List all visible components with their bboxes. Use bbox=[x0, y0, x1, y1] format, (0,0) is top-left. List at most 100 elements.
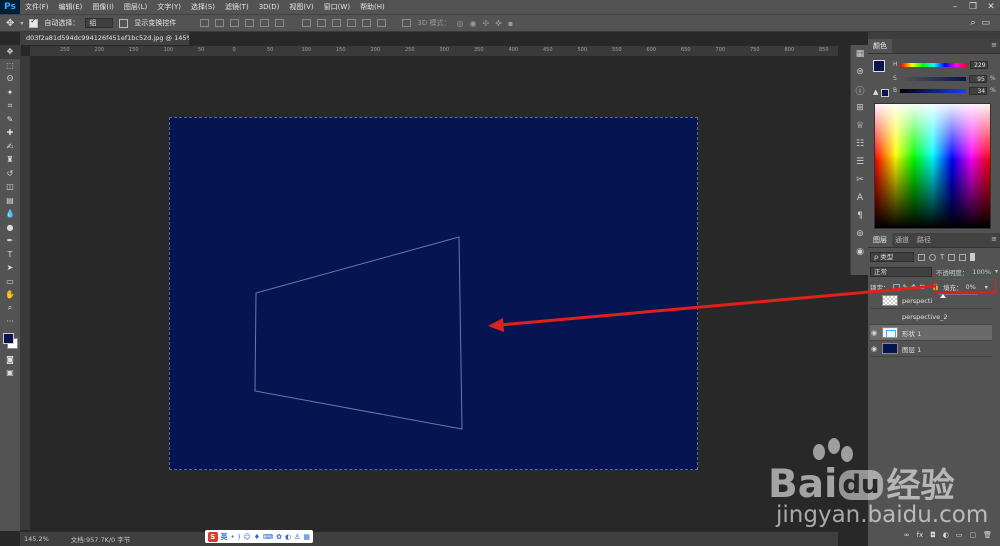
ime-language-toggle[interactable]: 英 bbox=[221, 532, 228, 542]
ime-emoji-icon[interactable]: ☺ bbox=[243, 533, 250, 541]
timeline-panel-icon[interactable]: ◉ bbox=[851, 243, 869, 261]
styles-panel-icon[interactable]: ♕ bbox=[851, 117, 869, 135]
saturation-slider[interactable] bbox=[899, 76, 966, 81]
layer-row-selected[interactable]: ◉ 形状 1 bbox=[870, 325, 992, 341]
tab-paths[interactable]: 路径 bbox=[912, 233, 936, 247]
distribute-top-icon[interactable] bbox=[302, 19, 312, 27]
menu-type[interactable]: 文字(Y) bbox=[152, 2, 186, 12]
gradient-tool-icon[interactable]: ▤ bbox=[0, 194, 20, 208]
auto-align-icon[interactable] bbox=[402, 19, 412, 27]
opacity-value[interactable]: 100% bbox=[972, 268, 991, 276]
shape-tool-icon[interactable]: ▭ bbox=[0, 275, 20, 289]
paragraph-panel-icon[interactable]: ¶ bbox=[851, 207, 869, 225]
quick-mask-icon[interactable]: ◙ bbox=[0, 353, 20, 367]
layer-row[interactable]: perspective_2 bbox=[870, 309, 992, 325]
menu-filter[interactable]: 滤镜(T) bbox=[220, 2, 254, 12]
align-hcenter-icon[interactable] bbox=[260, 19, 270, 27]
lock-position-icon[interactable]: ✥ bbox=[911, 283, 916, 291]
color-spectrum-ramp[interactable] bbox=[874, 103, 991, 229]
adjustments-panel-icon[interactable]: ☷ bbox=[851, 135, 869, 153]
document-tab[interactable]: d03f2a81d594dc994126f451ef1bc52d.jpg @ 1… bbox=[20, 32, 190, 45]
menu-file[interactable]: 文件(F) bbox=[20, 2, 54, 12]
filter-smart-object-icon[interactable] bbox=[959, 253, 967, 261]
swatches-panel-icon[interactable]: ⊞ bbox=[851, 99, 869, 117]
foreground-color-swatch[interactable] bbox=[3, 332, 14, 344]
panel-menu-icon[interactable]: ≡ bbox=[991, 41, 997, 49]
menu-image[interactable]: 图像(I) bbox=[87, 2, 119, 12]
hue-slider[interactable] bbox=[900, 62, 967, 67]
distribute-vcenter-icon[interactable] bbox=[317, 19, 327, 27]
filter-toggle-icon[interactable] bbox=[970, 253, 976, 261]
menu-layer[interactable]: 图层(L) bbox=[119, 2, 152, 12]
3d-scale-icon[interactable]: ▪ bbox=[508, 19, 513, 28]
zoom-level[interactable]: 145.2% bbox=[24, 535, 49, 543]
healing-brush-tool-icon[interactable]: ✚ bbox=[0, 126, 20, 140]
3d-panel-icon[interactable]: ⊚ bbox=[851, 225, 869, 243]
hand-tool-icon[interactable]: ✋ bbox=[0, 288, 20, 302]
align-right-icon[interactable] bbox=[275, 19, 285, 27]
magic-wand-tool-icon[interactable]: ✦ bbox=[0, 86, 20, 100]
trapezoid-shape[interactable] bbox=[170, 118, 699, 471]
menu-window[interactable]: 窗口(W) bbox=[319, 2, 355, 12]
tab-channels[interactable]: 通道 bbox=[890, 233, 914, 247]
workspace-icon[interactable]: ▭ bbox=[981, 18, 990, 28]
align-bottom-icon[interactable] bbox=[230, 19, 240, 27]
auto-select-dropdown[interactable]: 组 bbox=[85, 18, 114, 28]
sogou-logo-icon[interactable]: S bbox=[208, 531, 218, 542]
3d-rotate-icon[interactable]: ◎ bbox=[456, 19, 463, 28]
search-icon[interactable]: ⌕ bbox=[970, 18, 975, 28]
brush-panel-icon[interactable]: ✂ bbox=[851, 171, 869, 189]
saturation-value[interactable]: 95 bbox=[968, 74, 987, 83]
distribute-hcenter-icon[interactable] bbox=[362, 19, 372, 27]
tool-preset-arrow-icon[interactable]: ▾ bbox=[20, 20, 23, 27]
filter-adjustment-icon[interactable] bbox=[929, 253, 936, 261]
brightness-slider[interactable] bbox=[900, 88, 967, 93]
zoom-tool-icon[interactable]: ⌕ bbox=[0, 302, 20, 316]
move-tool-icon[interactable]: ✥ bbox=[6, 18, 14, 29]
filter-type-icon[interactable]: T bbox=[940, 253, 944, 261]
type-tool-icon[interactable]: T bbox=[0, 248, 20, 262]
ime-moon-icon[interactable]: ) bbox=[238, 533, 241, 541]
document-canvas[interactable] bbox=[169, 117, 698, 470]
3d-slide-icon[interactable]: ✜ bbox=[495, 19, 502, 28]
eye-icon[interactable]: ◉ bbox=[870, 329, 878, 337]
info-panel-icon[interactable]: ⓘ bbox=[851, 81, 869, 99]
crop-tool-icon[interactable]: ⌗ bbox=[0, 99, 20, 113]
distribute-right-icon[interactable] bbox=[377, 19, 387, 27]
dock-collapse-bar[interactable] bbox=[868, 32, 1000, 39]
dodge-tool-icon[interactable]: ● bbox=[0, 221, 20, 235]
auto-select-checkbox[interactable] bbox=[29, 17, 39, 28]
eraser-tool-icon[interactable]: ◫ bbox=[0, 180, 20, 194]
layer-filter-dropdown[interactable]: ρ 类型 bbox=[870, 252, 914, 262]
ime-keyboard-icon[interactable]: ⌨ bbox=[263, 533, 273, 541]
history-panel-icon[interactable]: ▦ bbox=[851, 45, 869, 63]
brush-tool-icon[interactable]: ✍ bbox=[0, 140, 20, 154]
lock-transparent-icon[interactable] bbox=[892, 283, 900, 291]
menu-view[interactable]: 视图(V) bbox=[284, 2, 318, 12]
align-left-icon[interactable] bbox=[245, 19, 255, 27]
character-panel-icon[interactable]: A bbox=[851, 189, 869, 207]
color-panel-foreground-chip[interactable] bbox=[873, 60, 885, 72]
hue-value[interactable]: 229 bbox=[969, 60, 988, 69]
screen-mode-icon[interactable]: ▣ bbox=[0, 366, 20, 380]
minimize-button[interactable]: – bbox=[946, 2, 964, 12]
more-tools-icon[interactable]: ··· bbox=[0, 315, 20, 329]
menu-select[interactable]: 选择(S) bbox=[186, 2, 220, 12]
marquee-tool-icon[interactable]: ⬚ bbox=[0, 59, 20, 73]
3d-drag-icon[interactable]: ✣ bbox=[482, 19, 489, 28]
shape-path-outline[interactable] bbox=[254, 236, 463, 430]
brightness-value[interactable]: 34 bbox=[969, 86, 988, 95]
lasso-tool-icon[interactable]: ʘ bbox=[0, 72, 20, 86]
history-brush-tool-icon[interactable]: ↺ bbox=[0, 167, 20, 181]
blur-tool-icon[interactable]: 💧 bbox=[0, 207, 20, 221]
pen-tool-icon[interactable]: ✒ bbox=[0, 234, 20, 248]
tab-layers[interactable]: 图层 bbox=[868, 233, 892, 247]
layer-row[interactable]: ◉ 图层 1 bbox=[870, 341, 992, 357]
lock-image-icon[interactable]: ✎ bbox=[903, 283, 908, 291]
ime-skin-icon[interactable]: ✿ bbox=[276, 533, 282, 541]
restore-button[interactable]: ❐ bbox=[964, 2, 982, 12]
distribute-left-icon[interactable] bbox=[347, 19, 357, 27]
layer-row[interactable]: perspecti bbox=[870, 293, 992, 309]
align-vcenter-icon[interactable] bbox=[215, 19, 225, 27]
ime-user-icon[interactable]: ♙ bbox=[294, 533, 300, 541]
